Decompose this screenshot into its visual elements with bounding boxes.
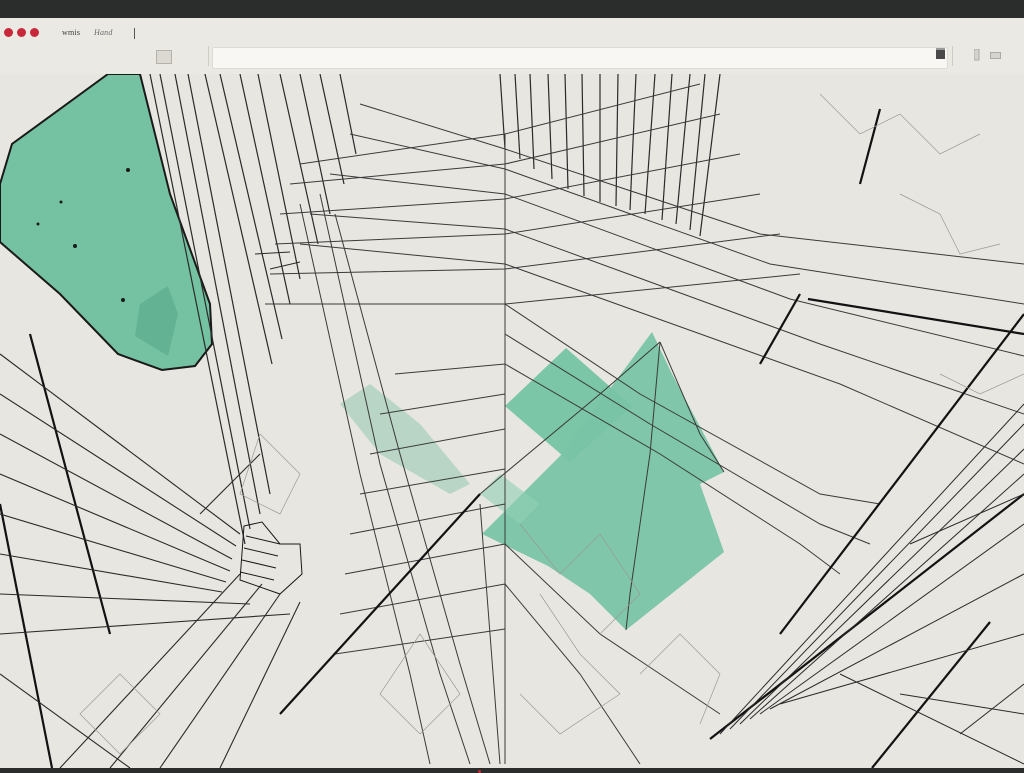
window-subtitle: Hand: [94, 28, 113, 37]
window-toggle-icon[interactable]: [990, 48, 1002, 66]
window-title: wmis: [62, 28, 81, 37]
sidebar-icon[interactable]: [156, 50, 172, 64]
app-window: wmis Hand: [0, 18, 1024, 773]
drawing-canvas[interactable]: [0, 74, 1024, 768]
toolbar: [0, 44, 1024, 75]
panel-icon[interactable]: [973, 48, 980, 66]
abstract-line-drawing: [0, 74, 1024, 768]
title-divider: [134, 28, 135, 39]
minimize-dot-icon[interactable]: [17, 28, 26, 37]
share-icon[interactable]: [936, 48, 945, 59]
toolbar-divider: [952, 46, 953, 66]
radiating-lines-right: [719, 403, 1024, 765]
address-input[interactable]: [212, 47, 948, 69]
title-bar: wmis Hand: [0, 18, 1024, 44]
maximize-dot-icon[interactable]: [30, 28, 39, 37]
toolbar-divider: [208, 46, 209, 66]
cone-detail: [239, 521, 303, 595]
close-dot-icon[interactable]: [4, 28, 13, 37]
